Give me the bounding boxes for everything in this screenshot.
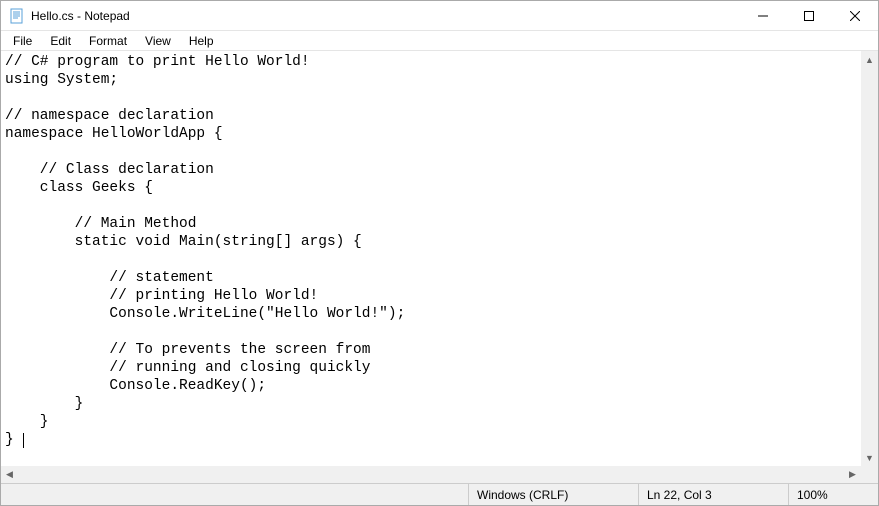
scroll-down-arrow-icon[interactable]: ▼ bbox=[861, 449, 878, 466]
vertical-scrollbar[interactable]: ▲ ▼ bbox=[861, 51, 878, 466]
status-line-ending: Windows (CRLF) bbox=[468, 484, 638, 505]
minimize-button[interactable] bbox=[740, 1, 786, 30]
window-title: Hello.cs - Notepad bbox=[31, 9, 130, 23]
menu-edit[interactable]: Edit bbox=[42, 33, 79, 49]
window-controls bbox=[740, 1, 878, 30]
statusbar: Windows (CRLF) Ln 22, Col 3 100% bbox=[1, 483, 878, 505]
text-editor[interactable]: // C# program to print Hello World! usin… bbox=[1, 51, 878, 466]
scroll-corner bbox=[861, 466, 878, 483]
status-cursor-position: Ln 22, Col 3 bbox=[638, 484, 788, 505]
menubar: File Edit Format View Help bbox=[1, 31, 878, 51]
status-spacer bbox=[1, 484, 468, 505]
maximize-button[interactable] bbox=[786, 1, 832, 30]
scroll-up-arrow-icon[interactable]: ▲ bbox=[861, 51, 878, 68]
text-caret bbox=[23, 433, 24, 448]
horizontal-scrollbar[interactable]: ◀ ▶ bbox=[1, 466, 861, 483]
horizontal-scroll-row: ◀ ▶ bbox=[1, 466, 878, 483]
close-button[interactable] bbox=[832, 1, 878, 30]
titlebar: Hello.cs - Notepad bbox=[1, 1, 878, 31]
menu-view[interactable]: View bbox=[137, 33, 179, 49]
notepad-icon bbox=[9, 8, 25, 24]
status-zoom: 100% bbox=[788, 484, 878, 505]
scroll-left-arrow-icon[interactable]: ◀ bbox=[1, 466, 18, 483]
editor-content[interactable]: // C# program to print Hello World! usin… bbox=[5, 54, 405, 448]
scroll-right-arrow-icon[interactable]: ▶ bbox=[844, 466, 861, 483]
menu-file[interactable]: File bbox=[5, 33, 40, 49]
editor-area: // C# program to print Hello World! usin… bbox=[1, 51, 878, 483]
menu-help[interactable]: Help bbox=[181, 33, 222, 49]
menu-format[interactable]: Format bbox=[81, 33, 135, 49]
